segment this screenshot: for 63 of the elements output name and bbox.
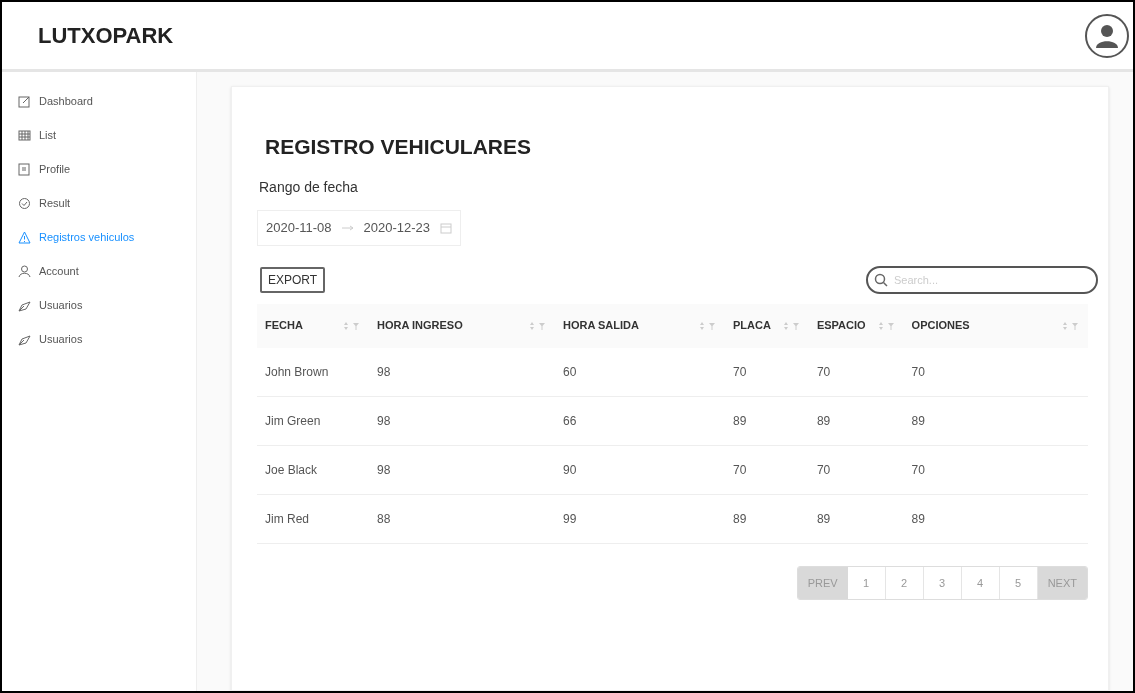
- table-cell: 70: [911, 364, 925, 379]
- arrow-icon: [341, 224, 354, 231]
- table-cell: 70: [816, 364, 831, 379]
- table-cell: 70: [733, 463, 747, 477]
- pen-icon: [18, 332, 31, 346]
- table-cell: 90: [563, 463, 577, 477]
- sort-filter-icon[interactable]: [877, 320, 896, 331]
- end-date: 2020-12-23: [363, 218, 431, 237]
- table-cell: 98: [377, 463, 391, 477]
- sort-filter-icon[interactable]: [343, 320, 361, 331]
- export-button[interactable]: EXPORT: [260, 266, 326, 293]
- column-header[interactable]: HORA INGRESO: [377, 317, 463, 334]
- user-icon: [1096, 23, 1118, 48]
- table-cell: 60: [563, 364, 577, 379]
- sidebar-item[interactable]: Account: [18, 260, 79, 282]
- sort-filter-icon[interactable]: [529, 320, 547, 331]
- search-icon: [874, 272, 888, 287]
- document-icon: [18, 162, 31, 176]
- sidebar-item[interactable]: Dashboard: [18, 90, 93, 112]
- column-header[interactable]: HORA SALIDA: [563, 317, 639, 334]
- table-cell: 99: [563, 512, 577, 526]
- user-avatar[interactable]: [1085, 13, 1129, 58]
- column-header[interactable]: ESPACIO: [816, 317, 866, 334]
- sidebar-item[interactable]: Usuarios: [18, 294, 83, 316]
- sort-filter-icon[interactable]: [1062, 320, 1080, 331]
- column-header[interactable]: OPCIONES: [911, 317, 970, 334]
- table-cell: 88: [377, 512, 391, 526]
- pen-icon: [18, 298, 31, 312]
- start-date: 2020-11-08: [266, 218, 332, 237]
- table-cell: Jim Green: [265, 414, 321, 428]
- table-cell: 89: [733, 414, 747, 428]
- date-range-label: Rango de fecha: [259, 177, 359, 197]
- table-cell: 89: [911, 512, 925, 526]
- sort-filter-icon[interactable]: [699, 320, 717, 331]
- table-cell: 70: [733, 364, 747, 379]
- check-circle-icon: [18, 196, 31, 210]
- table-cell: John Brown: [265, 364, 329, 379]
- user-icon: [18, 264, 31, 278]
- table-cell: 66: [563, 414, 577, 428]
- table-cell: 89: [816, 512, 831, 526]
- page-title: REGISTRO VEHICULARES: [265, 134, 533, 160]
- table-cell: Joe Black: [265, 463, 318, 477]
- sidebar-item[interactable]: Result: [18, 192, 71, 214]
- table-cell: 89: [733, 512, 747, 526]
- edit-icon: [18, 94, 31, 108]
- app-logo: LUTXOPARK: [38, 22, 174, 50]
- table-icon: [18, 128, 31, 142]
- sidebar-item[interactable]: List: [18, 124, 57, 146]
- table-cell: 89: [911, 414, 925, 428]
- table-cell: 70: [816, 463, 831, 477]
- column-header[interactable]: PLACA: [733, 317, 771, 334]
- column-header[interactable]: FECHA: [265, 317, 303, 334]
- table-cell: Jim Red: [265, 512, 309, 526]
- sidebar-item[interactable]: Profile: [18, 158, 71, 180]
- sidebar-item[interactable]: Usuarios: [18, 328, 83, 350]
- calendar-icon: [440, 221, 453, 234]
- table-cell: 89: [816, 414, 831, 428]
- table-cell: 98: [377, 414, 391, 428]
- warning-icon: [18, 230, 31, 244]
- table-cell: 98: [377, 364, 391, 379]
- date-range-picker[interactable]: 2020-11-08 2020-12-23: [257, 209, 462, 246]
- table-cell: 70: [911, 463, 925, 477]
- sort-filter-icon[interactable]: [782, 320, 801, 331]
